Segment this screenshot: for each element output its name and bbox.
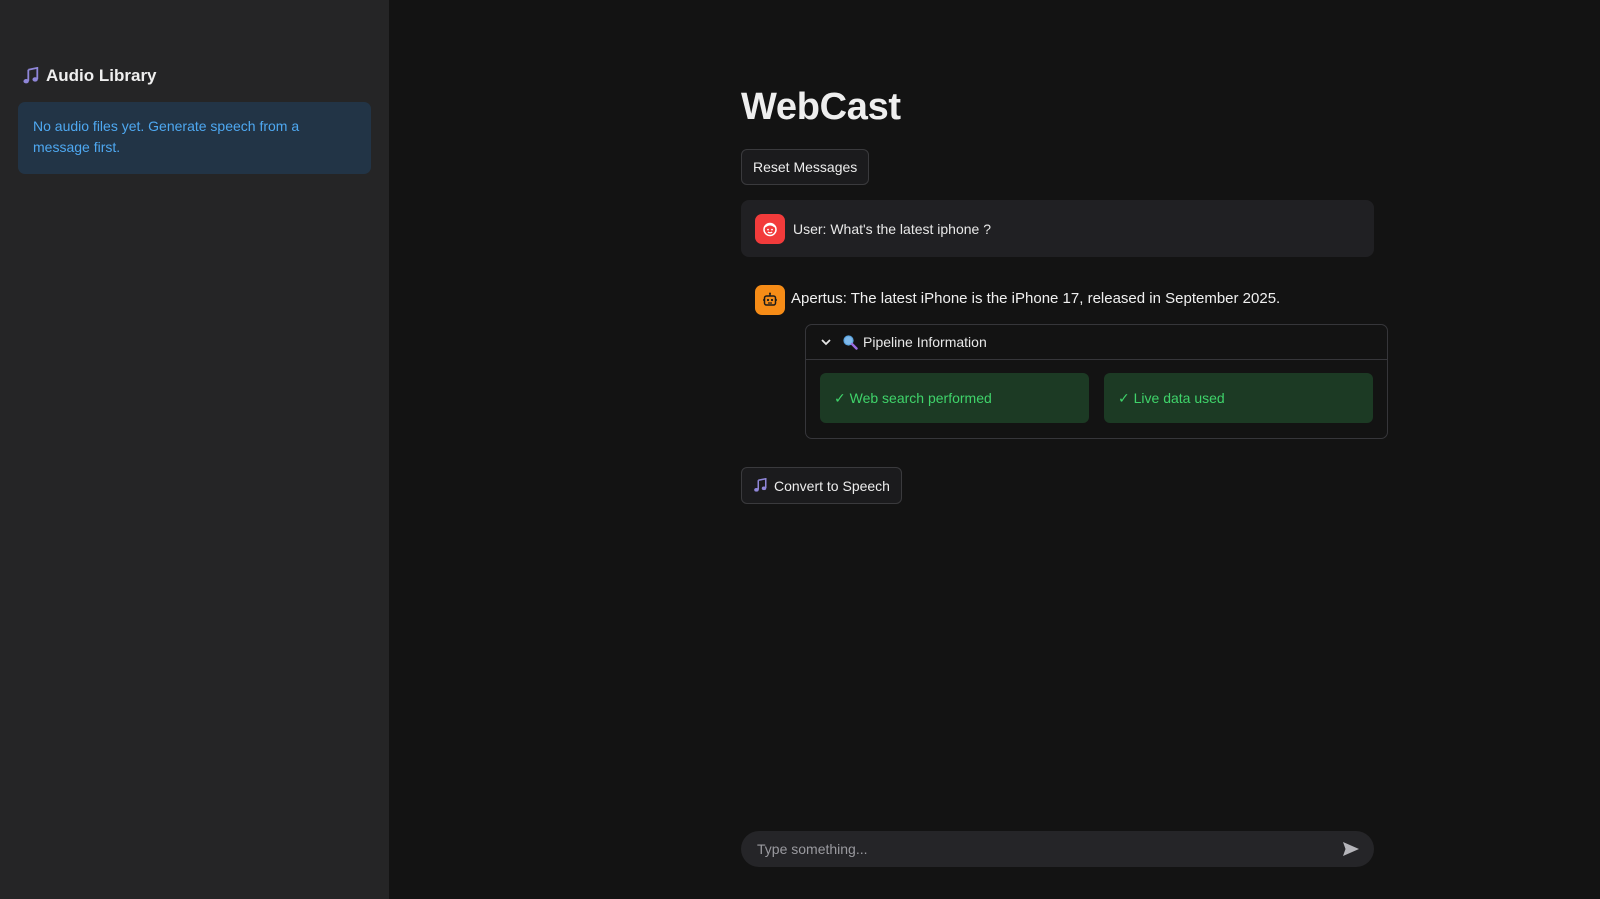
pipeline-badges: ✓ Web search performed ✓ Live data used — [820, 373, 1373, 423]
send-icon — [1343, 842, 1359, 856]
assistant-message-text: Apertus: The latest iPhone is the iPhone… — [791, 290, 1281, 307]
user-avatar — [755, 213, 785, 244]
robot-icon — [763, 292, 777, 306]
user-message-text: User: What's the latest iphone ? — [793, 220, 991, 237]
convert-to-speech-button[interactable]: Convert to Speech — [741, 467, 902, 504]
main-content: WebCast Reset Messages User: What's the … — [741, 0, 1388, 899]
music-note-icon — [23, 67, 39, 84]
sidebar: Audio Library No audio files yet. Genera… — [0, 0, 389, 899]
magnifier-icon — [843, 335, 858, 350]
sidebar-title: Audio Library — [46, 66, 157, 85]
chat-input[interactable] — [741, 831, 1332, 867]
send-button[interactable] — [1332, 831, 1370, 867]
music-note-icon — [754, 478, 767, 492]
app-window: Audio Library No audio files yet. Genera… — [0, 0, 1600, 899]
assistant-avatar — [755, 285, 785, 315]
pipeline-info-label: Pipeline Information — [863, 334, 987, 350]
convert-to-speech-label: Convert to Speech — [774, 477, 890, 494]
user-message: User: What's the latest iphone ? — [741, 200, 1374, 257]
page-title: WebCast — [741, 86, 901, 128]
reset-messages-button[interactable]: Reset Messages — [741, 149, 870, 185]
user-face-icon — [763, 222, 777, 236]
web-search-badge: ✓ Web search performed — [820, 373, 1089, 423]
sidebar-header: Audio Library — [22, 66, 157, 86]
chat-input-bar — [741, 831, 1374, 867]
pipeline-info-expander: Pipeline Information ✓ Web search perfor… — [805, 324, 1388, 439]
chevron-down-icon — [821, 339, 831, 346]
audio-empty-notice: No audio files yet. Generate speech from… — [18, 102, 371, 174]
pipeline-info-toggle[interactable]: Pipeline Information — [806, 325, 1387, 360]
live-data-badge: ✓ Live data used — [1104, 373, 1373, 423]
